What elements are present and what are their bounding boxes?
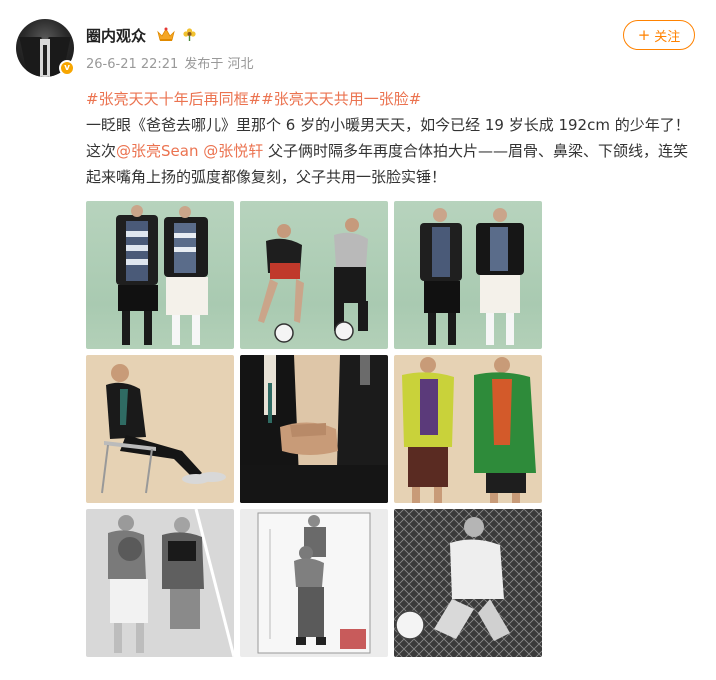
photo-thumbnail[interactable] xyxy=(394,355,542,503)
flower-icon xyxy=(183,28,196,41)
photo-thumbnail[interactable] xyxy=(240,355,388,503)
photo-thumbnail[interactable] xyxy=(86,509,234,657)
post-location: 发布于 河北 xyxy=(184,57,254,72)
photo-thumbnail[interactable] xyxy=(86,201,234,349)
hashtag-link[interactable]: #张亮天天共用一张脸# xyxy=(261,90,421,108)
post-timestamp[interactable]: 26-6-21 22:21 xyxy=(86,57,178,72)
follow-button[interactable]: + 关注 xyxy=(623,20,695,50)
photo-thumbnail[interactable] xyxy=(394,509,542,657)
post-meta: 26-6-21 22:21 发布于 河北 xyxy=(86,53,253,72)
post-text: #张亮天天十年后再同框##张亮天天共用一张脸# 一眨眼《爸爸去哪儿》里那个 6 … xyxy=(86,86,692,190)
crown-icon xyxy=(157,27,175,41)
username[interactable]: 圈内观众 xyxy=(86,25,146,46)
photo-grid xyxy=(86,201,542,657)
mention-link[interactable]: @张亮Sean xyxy=(116,142,198,160)
weibo-post-card: v 圈内观众 26-6-21 22:21 发布于 河北 + 关注 #张亮天天十年后… xyxy=(0,0,716,680)
follow-label: 关注 xyxy=(654,29,681,45)
photo-thumbnail[interactable] xyxy=(86,355,234,503)
plus-icon: + xyxy=(637,25,651,44)
photo-thumbnail[interactable] xyxy=(240,509,388,657)
verified-badge-icon: v xyxy=(59,60,75,76)
hashtag-link[interactable]: #张亮天天十年后再同框# xyxy=(86,90,261,108)
photo-thumbnail[interactable] xyxy=(394,201,542,349)
photo-thumbnail[interactable] xyxy=(240,201,388,349)
mention-link[interactable]: @张悦轩 xyxy=(203,142,263,160)
